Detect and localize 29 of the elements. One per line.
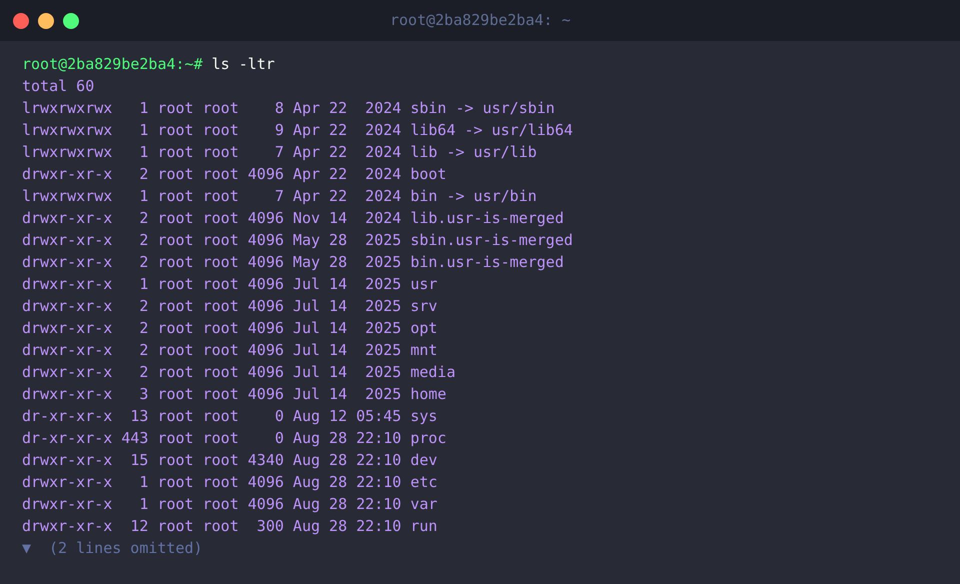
output-line: drwxr-xr-x 15 root root 4340 Aug 28 22:10 dev xyxy=(22,450,438,471)
prompt: root@2ba829be2ba4:~# xyxy=(22,54,203,75)
output-line: drwxr-xr-x 1 root root 4096 Jul 14 2025 usr xyxy=(22,274,438,295)
output-line: drwxr-xr-x 1 root root 4096 Aug 28 22:10 var xyxy=(22,494,438,515)
output-line: drwxr-xr-x 2 root root 4096 Jul 14 2025 media xyxy=(22,362,456,383)
output-line: lrwxrwxrwx 1 root root 7 Apr 22 2024 bin -> usr/bin xyxy=(22,186,537,207)
output-line: dr-xr-xr-x 13 root root 0 Aug 12 05:45 sys xyxy=(22,406,438,427)
output-line: lrwxrwxrwx 1 root root 7 Apr 22 2024 lib -> usr/lib xyxy=(22,142,537,163)
minimize-icon[interactable] xyxy=(38,12,54,28)
output-line: drwxr-xr-x 2 root root 4096 Jul 14 2025 opt xyxy=(22,318,438,339)
output-line: drwxr-xr-x 2 root root 4096 Jul 14 2025 mnt xyxy=(22,340,438,361)
omitted-lines-note: (2 lines omitted) xyxy=(49,538,203,559)
close-icon[interactable] xyxy=(13,12,29,28)
output-line: lrwxrwxrwx 1 root root 9 Apr 22 2024 lib64 -> usr/lib64 xyxy=(22,120,573,141)
maximize-icon[interactable] xyxy=(63,12,79,28)
output-line: lrwxrwxrwx 1 root root 8 Apr 22 2024 sbin -> usr/sbin xyxy=(22,98,555,119)
output-line: total 60 xyxy=(22,76,94,97)
output-line: dr-xr-xr-x 443 root root 0 Aug 28 22:10 proc xyxy=(22,428,446,449)
window-title: root@2ba829be2ba4: ~ xyxy=(390,11,571,30)
output-line: drwxr-xr-x 2 root root 4096 May 28 2025 bin.usr-is-merged xyxy=(22,252,564,273)
output-line: drwxr-xr-x 3 root root 4096 Jul 14 2025 home xyxy=(22,384,446,405)
output-line: drwxr-xr-x 1 root root 4096 Aug 28 22:10 etc xyxy=(22,472,438,493)
collapse-toggle[interactable]: ▼ xyxy=(22,537,32,559)
output-line: drwxr-xr-x 2 root root 4096 Apr 22 2024 boot xyxy=(22,164,446,185)
output-line: drwxr-xr-x 2 root root 4096 Nov 14 2024 lib.usr-is-merged xyxy=(22,208,564,229)
output-line: drwxr-xr-x 2 root root 4096 May 28 2025 sbin.usr-is-merged xyxy=(22,230,573,251)
output-line: drwxr-xr-x 2 root root 4096 Jul 14 2025 srv xyxy=(22,296,438,317)
command-text: ls -ltr xyxy=(212,54,275,75)
output-line: drwxr-xr-x 12 root root 300 Aug 28 22:10 run xyxy=(22,516,438,537)
